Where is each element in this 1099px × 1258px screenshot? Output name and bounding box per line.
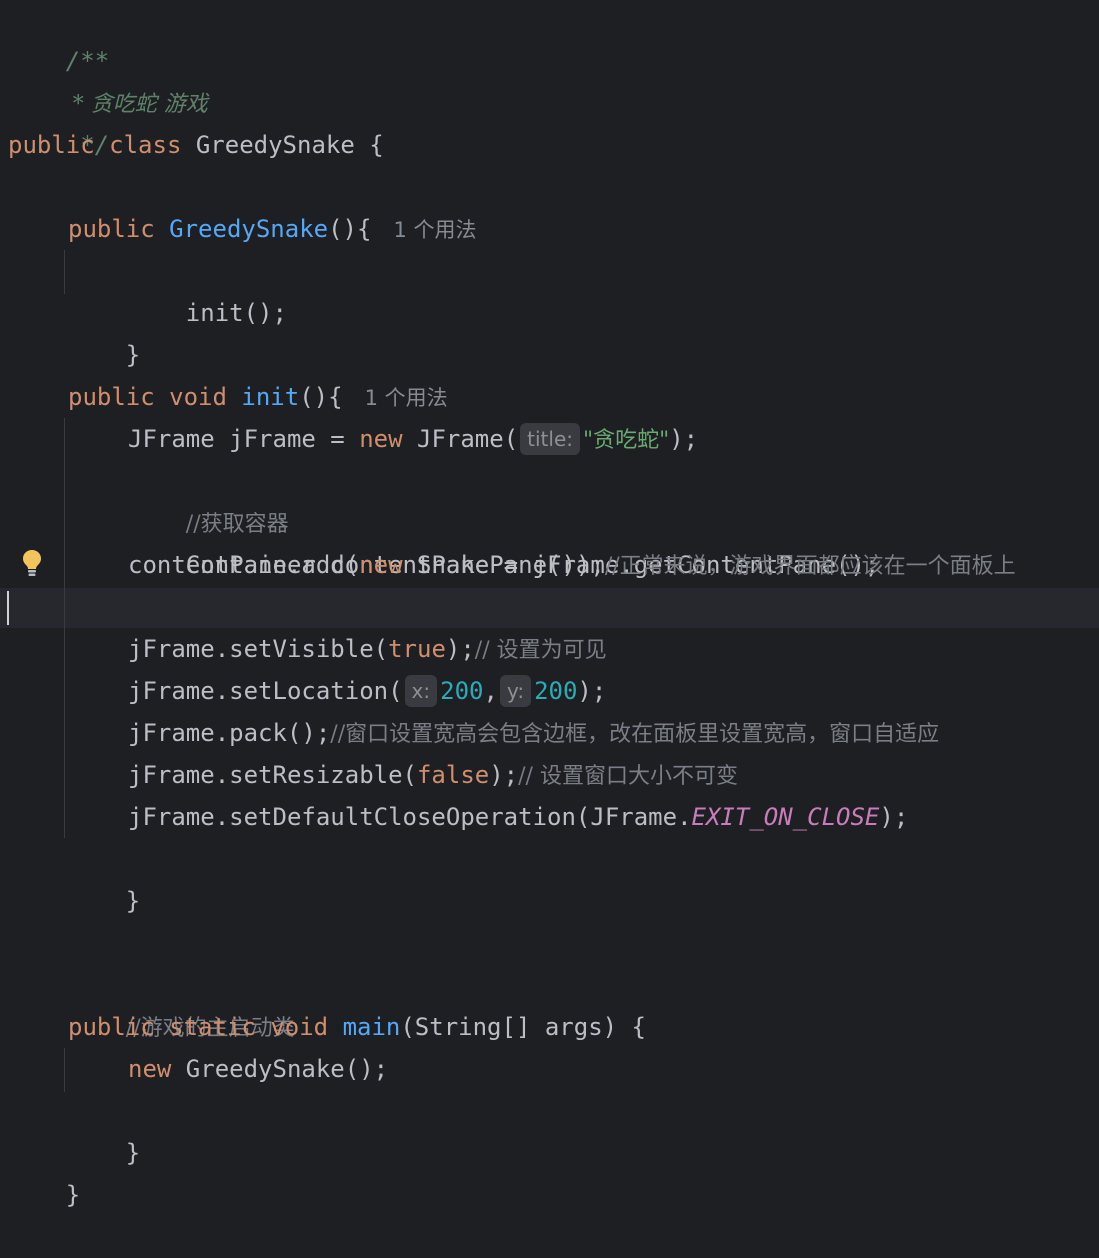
code-line: jFrame.setDefaultCloseOperation(JFrame.E… [128, 796, 908, 838]
comma: , [483, 677, 498, 705]
keyword-void: void [169, 383, 227, 411]
statement-end: ); [669, 425, 699, 453]
indent-guide [64, 1048, 65, 1092]
statement-end: ); [489, 761, 519, 789]
statement-end: ); [577, 677, 607, 705]
closing-brace: } [65, 1181, 81, 1209]
constant-exit-on-close: EXIT_ON_CLOSE [691, 803, 880, 831]
statement-end: ); [445, 635, 475, 663]
set-resizable-call: jFrame.setResizable( [128, 761, 417, 789]
usage-count-hint[interactable]: 1 个用法 [393, 218, 476, 242]
pack-call: jFrame.pack(); [128, 719, 331, 747]
set-visible-call: jFrame.setVisible( [128, 635, 389, 663]
code-line: init(); [128, 250, 287, 327]
keyword-new: new [359, 551, 403, 579]
code-line: //获取容器 [128, 460, 289, 537]
keyword-public: public [68, 1013, 155, 1041]
jframe-constructor: JFrame( [402, 425, 519, 453]
indent-guide [64, 418, 65, 838]
code-line: JFrame jFrame = new JFrame(title: "贪吃蛇"); [128, 418, 698, 460]
closing-brace: } [125, 341, 141, 369]
code-line: jFrame.setLocation(x: 200, y: 200); [128, 670, 606, 712]
keyword-public: public [68, 215, 155, 243]
number-literal: 200 [440, 677, 484, 705]
lightbulb-icon[interactable] [22, 549, 42, 577]
keyword-void: void [270, 1013, 329, 1041]
code-line: jFrame.setVisible(true);// 设置为可见 [128, 628, 607, 670]
code-line: } [68, 838, 140, 915]
parameter-hint-x: x: [404, 675, 438, 707]
text-caret [7, 591, 9, 625]
closing-brace: } [125, 887, 141, 915]
keyword-true: true [388, 635, 446, 663]
code-line: //游戏的主启动类 [68, 964, 295, 1041]
code-line: } [68, 292, 140, 369]
init-call: init(); [185, 299, 287, 327]
add-call: contentPane.add( [128, 551, 360, 579]
line-comment: // 设置为可见 [474, 638, 607, 663]
jframe-declaration: JFrame jFrame = [128, 425, 360, 453]
set-location-call: jFrame.setLocation( [128, 677, 403, 705]
line-comment: // 设置窗口大小不可变 [518, 764, 738, 789]
constructor-name: GreedySnake [169, 215, 329, 243]
keyword-class: class [109, 131, 182, 159]
method-name: main [342, 1013, 401, 1041]
set-close-operation-call: jFrame.setDefaultCloseOperation(JFrame. [128, 803, 692, 831]
string-literal: "贪吃蛇" [582, 428, 670, 453]
parameter-hint-y: y: [499, 675, 532, 707]
line-comment: //正常来说，游戏界面都应该在一个面板上 [604, 554, 1016, 579]
snakepane-constructor: SnakePane()); [402, 551, 605, 579]
keyword-public: public [68, 383, 155, 411]
current-line-highlight [0, 588, 1099, 628]
line-comment: //窗口设置宽高会包含边框，改在面板里设置宽高，窗口自适应 [330, 722, 940, 747]
code-line: Container contentPane = jFrame.getConten… [128, 502, 880, 579]
code-line: public class GreedySnake { [8, 124, 384, 166]
code-line: jFrame.setResizable(false);// 设置窗口大小不可变 [128, 754, 738, 796]
method-name: init [241, 383, 300, 411]
keyword-new: new [359, 425, 403, 453]
code-line: public GreedySnake(){ 1 个用法 [68, 208, 477, 250]
code-line: contentPane.add(new SnakePane());//正常来说，… [128, 544, 1016, 586]
method-params: (String[] args) { [400, 1013, 646, 1041]
code-line: new GreedySnake(); [128, 1048, 388, 1090]
code-line: jFrame.pack();//窗口设置宽高会包含边框，改在面板里设置宽高，窗口… [128, 712, 939, 754]
code-line: * 贪吃蛇 游戏 [8, 40, 208, 117]
keyword-public: public [8, 131, 95, 159]
greedysnake-constructor: GreedySnake(); [171, 1055, 389, 1083]
method-params: (){ [299, 383, 343, 411]
class-declaration: GreedySnake { [181, 131, 384, 159]
keyword-false: false [416, 761, 490, 789]
code-editor[interactable]: /** * 贪吃蛇 游戏 */ public class GreedySnake… [0, 0, 1099, 1209]
usage-count-hint[interactable]: 1 个用法 [365, 386, 448, 410]
code-line: public void init(){ 1 个用法 [68, 376, 448, 418]
keyword-new: new [128, 1055, 172, 1083]
code-line: */ [8, 82, 109, 159]
statement-end: ); [879, 803, 909, 831]
code-line: public static void main(String[] args) { [68, 1006, 646, 1048]
closing-brace: } [125, 1139, 141, 1167]
indent-guide [64, 250, 65, 294]
code-line: /** [8, 0, 109, 75]
parameter-hint-title: title: [520, 423, 580, 455]
constructor-params: (){ [328, 215, 372, 243]
code-line: } [68, 1090, 140, 1167]
number-literal: 200 [534, 677, 578, 705]
keyword-static: static [169, 1013, 256, 1041]
code-line: } [8, 1132, 80, 1209]
